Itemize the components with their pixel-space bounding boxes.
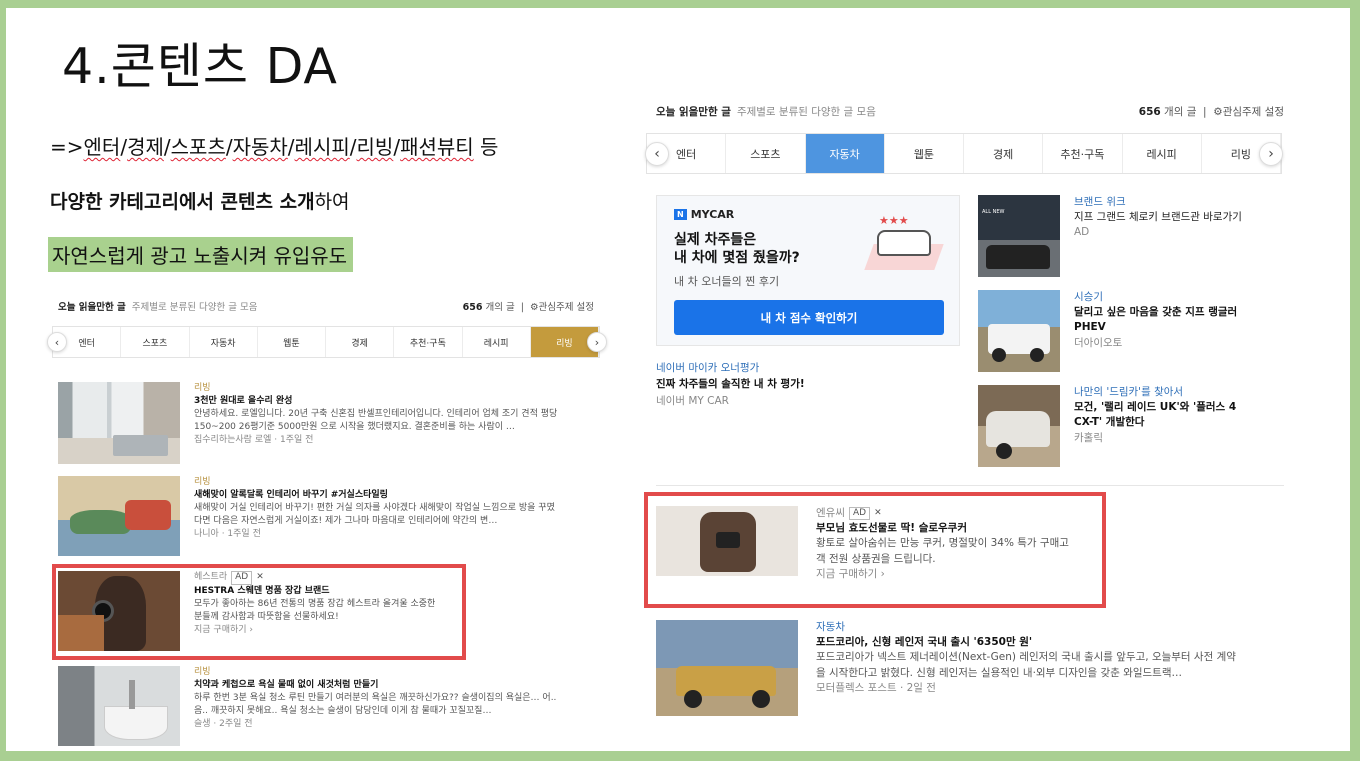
mycar-banner[interactable]: N MYCAR 실제 차주들은 내 차에 몇점 줬을까? 내 차 오너들의 찐 … — [656, 195, 960, 346]
tab-recommend[interactable]: 추천·구독 — [1043, 134, 1123, 173]
left-panel: 오늘 읽을만한 글 주제별로 분류된 다양한 글 모음 656 개의 글 | ⚙… — [47, 299, 607, 749]
thumbnail: ALL NEW — [978, 195, 1060, 277]
thumbnail — [58, 382, 180, 464]
tab-car[interactable]: 자동차 — [805, 134, 885, 173]
chevron-left-icon[interactable]: ‹ — [645, 141, 669, 166]
list-item[interactable]: 리빙 새해맞이 알록달록 인테리어 바꾸기 #거실스타일링 새해맞이 거실 인테… — [58, 476, 558, 556]
tab-webtoon[interactable]: 웹툰 — [258, 327, 326, 357]
thumbnail — [58, 476, 180, 556]
tab-sports[interactable]: 스포츠 — [121, 327, 190, 357]
left-header: 오늘 읽을만한 글 주제별로 분류된 다양한 글 모음 656 개의 글 | ⚙… — [58, 302, 594, 313]
slide: 4.콘텐츠 DA =>엔터/경제/스포츠/자동차/레시피/리빙/패션뷰티 등 다… — [6, 8, 1350, 751]
right-header: 오늘 읽을만한 글 주제별로 분류된 다양한 글 모음 656 개의 글 | ⚙… — [656, 106, 1284, 118]
right-tabs: 엔터 스포츠 자동차 웹툰 경제 추천·구독 레시피 리빙 ‹ › — [645, 133, 1283, 174]
tab-webtoon[interactable]: 웹툰 — [885, 134, 964, 173]
side-item[interactable]: ALL NEW 브랜드 위크 지프 그랜드 체로키 브랜드관 바로가기 AD — [978, 195, 1254, 277]
tab-economy[interactable]: 경제 — [326, 327, 395, 357]
settings-link[interactable]: 관심주제 설정 — [1223, 106, 1284, 118]
car-illustration-icon: ★★★ — [864, 214, 944, 270]
ad-highlight-box — [644, 492, 1106, 608]
mycar-logo: MYCAR — [690, 208, 735, 221]
gear-icon[interactable]: ⚙ — [530, 302, 539, 313]
mycar-logo-icon: N — [674, 209, 687, 220]
list-item[interactable]: 자동차 포드코리아, 신형 레인저 국내 출시 '6350만 원' 포드코리아가… — [656, 620, 1242, 716]
slide-line2: 다양한 카테고리에서 콘텐츠 소개하여 — [50, 191, 350, 213]
list-item[interactable]: 리빙 3천만 원대로 올수리 완성 안녕하세요. 로엘입니다. 20년 구축 신… — [58, 382, 558, 464]
list-item[interactable]: 리빙 치약과 케첩으로 욕실 물때 없이 새것처럼 만들기 하루 한번 3분 욕… — [58, 666, 558, 746]
ad-highlight-box — [52, 564, 466, 660]
chevron-right-icon[interactable]: › — [587, 332, 607, 352]
gear-icon[interactable]: ⚙ — [1213, 106, 1222, 118]
tab-recipe[interactable]: 레시피 — [1123, 134, 1202, 173]
thumbnail — [656, 620, 798, 716]
side-item[interactable]: 시승기 달리고 싶은 마음을 갖춘 지프 랭글러 PHEV 더아이오토 — [978, 290, 1254, 372]
thumbnail — [58, 666, 180, 746]
thumbnail — [978, 290, 1060, 372]
right-panel: 오늘 읽을만한 글 주제별로 분류된 다양한 글 모음 656 개의 글 | ⚙… — [644, 104, 1284, 724]
slide-title: 4.콘텐츠 DA — [62, 38, 338, 95]
mycar-text: 네이버 마이카 오너평가 진짜 차주들의 솔직한 내 차 평가! 네이버 MY … — [656, 362, 805, 407]
chevron-left-icon[interactable]: ‹ — [47, 332, 67, 352]
tab-recommend[interactable]: 추천·구독 — [394, 327, 463, 357]
settings-link[interactable]: 관심주제 설정 — [539, 302, 594, 313]
tab-sports[interactable]: 스포츠 — [726, 134, 806, 173]
slide-line3: 자연스럽게 광고 노출시켜 유입유도 — [48, 237, 354, 272]
tab-car[interactable]: 자동차 — [190, 327, 258, 357]
tab-economy[interactable]: 경제 — [964, 134, 1044, 173]
slide-line1: =>엔터/경제/스포츠/자동차/레시피/리빙/패션뷰티 등 — [50, 135, 499, 159]
star-icon: ★★★ — [879, 214, 909, 227]
left-tabs: 엔터 스포츠 자동차 웹툰 경제 추천·구독 레시피 리빙 ‹ › — [47, 326, 607, 358]
divider — [656, 485, 1284, 486]
tab-recipe[interactable]: 레시피 — [463, 327, 531, 357]
side-item[interactable]: 나만의 '드림카'를 찾아서 모건, '랠리 레이드 UK'와 '플러스 4 C… — [978, 385, 1254, 467]
check-score-button[interactable]: 내 차 점수 확인하기 — [674, 300, 944, 335]
thumbnail — [978, 385, 1060, 467]
chevron-right-icon[interactable]: › — [1259, 141, 1283, 166]
